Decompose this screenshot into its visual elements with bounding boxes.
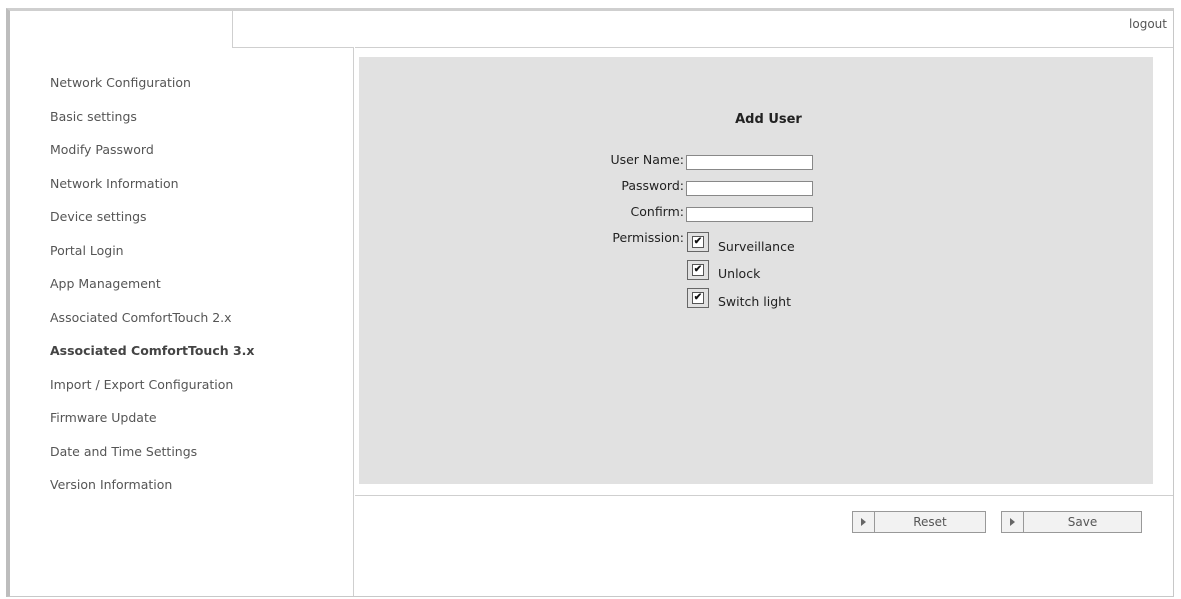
sidebar-nav: Network Configuration Basic settings Mod… [50,71,255,507]
sidebar-item-version-information[interactable]: Version Information [50,473,255,507]
logout-link[interactable]: logout [1129,17,1167,31]
sidebar-item-device-settings[interactable]: Device settings [50,205,255,239]
sidebar-item-network-information[interactable]: Network Information [50,172,255,206]
username-label: User Name: [610,152,684,167]
page-title: Add User [735,112,802,127]
reset-button-label: Reset [913,515,947,529]
switch-light-checkbox[interactable]: ✔ [687,288,709,308]
sidebar-item-comforttouch-2x[interactable]: Associated ComfortTouch 2.x [50,306,255,340]
save-button[interactable]: Save [1001,511,1142,533]
checkmark-icon: ✔ [692,236,704,248]
sidebar-item-portal-login[interactable]: Portal Login [50,239,255,273]
save-button-label: Save [1067,515,1098,529]
sidebar-item-app-management[interactable]: App Management [50,272,255,306]
password-label: Password: [621,178,684,193]
play-arrow-icon [1002,512,1024,532]
confirm-label: Confirm: [630,204,684,219]
sidebar-item-modify-password[interactable]: Modify Password [50,138,255,172]
sidebar-item-firmware-update[interactable]: Firmware Update [50,406,255,440]
play-arrow-icon [853,512,875,532]
unlock-checkbox[interactable]: ✔ [687,260,709,280]
sidebar-item-comforttouch-3x[interactable]: Associated ComfortTouch 3.x [50,339,255,373]
permission-label: Permission: [612,230,684,245]
username-input[interactable] [686,155,813,170]
sidebar-tab [232,11,354,48]
sidebar-item-date-time[interactable]: Date and Time Settings [50,440,255,474]
switch-light-label: Switch light [718,294,792,309]
footer-divider [355,495,1173,496]
checkmark-icon: ✔ [692,264,704,276]
top-bar: logout [355,11,1173,48]
surveillance-checkbox[interactable]: ✔ [687,232,709,252]
add-user-panel: Add User User Name: Password: Confirm: P… [359,57,1153,484]
app-window: Network Configuration Basic settings Mod… [6,8,1174,597]
checkmark-icon: ✔ [692,292,704,304]
sidebar-item-import-export[interactable]: Import / Export Configuration [50,373,255,407]
surveillance-label: Surveillance [718,239,795,254]
sidebar-item-basic-settings[interactable]: Basic settings [50,105,255,139]
reset-button[interactable]: Reset [852,511,986,533]
password-input[interactable] [686,181,813,196]
sidebar: Network Configuration Basic settings Mod… [10,11,354,596]
sidebar-item-network-configuration[interactable]: Network Configuration [50,71,255,105]
confirm-password-input[interactable] [686,207,813,222]
unlock-label: Unlock [718,266,761,281]
